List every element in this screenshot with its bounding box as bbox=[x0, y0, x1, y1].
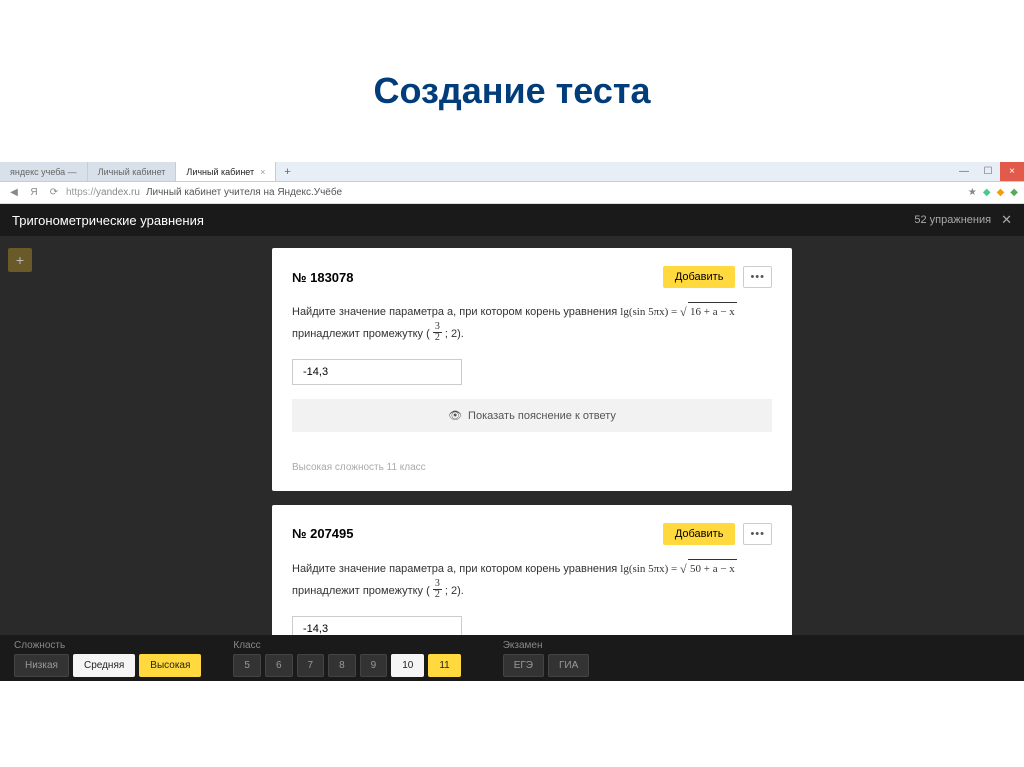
card-header: № 207495 Добавить ••• bbox=[292, 523, 772, 545]
close-window-button[interactable]: × bbox=[1000, 162, 1024, 181]
filter-label-difficulty: Сложность bbox=[14, 640, 197, 651]
filter-class-6[interactable]: 6 bbox=[265, 654, 293, 677]
url-bar: ◀ Я ⟳ https:// yandex.ru Личный кабинет … bbox=[0, 182, 1024, 204]
tab-label: Личный кабинет bbox=[186, 167, 254, 177]
filter-bar: Сложность Низкая Средняя Высокая Класс 5… bbox=[0, 635, 1024, 681]
browser-tab-bar: яндекс учеба — Личный кабинет Личный каб… bbox=[0, 162, 1024, 182]
more-button[interactable]: ••• bbox=[743, 523, 772, 545]
filter-label-class: Класс bbox=[233, 640, 456, 651]
exercise-number: № 207495 bbox=[292, 526, 663, 541]
filter-difficulty-medium[interactable]: Средняя bbox=[73, 654, 135, 677]
extension-icon[interactable]: ★ bbox=[968, 187, 977, 198]
slide-title: Создание теста bbox=[0, 0, 1024, 162]
answer-input[interactable] bbox=[292, 359, 462, 385]
add-exercise-button[interactable]: + bbox=[8, 248, 32, 272]
add-button[interactable]: Добавить bbox=[663, 266, 736, 288]
problem-text: Найдите значение параметра a, при которо… bbox=[292, 302, 772, 345]
back-icon[interactable]: ◀ bbox=[6, 187, 22, 198]
filter-exam-ege[interactable]: ЕГЭ bbox=[503, 654, 544, 677]
url-protocol: https:// bbox=[66, 187, 96, 198]
filter-class-5[interactable]: 5 bbox=[233, 654, 261, 677]
window-controls: — ☐ × bbox=[952, 162, 1024, 181]
filter-label-exam: Экзамен bbox=[503, 640, 586, 651]
filter-class-7[interactable]: 7 bbox=[297, 654, 325, 677]
workspace: + № 183078 Добавить ••• Найдите значение… bbox=[0, 236, 1024, 681]
extension-icon[interactable]: ◆ bbox=[997, 187, 1005, 198]
more-button[interactable]: ••• bbox=[743, 266, 772, 288]
yandex-icon[interactable]: Я bbox=[26, 187, 42, 198]
filter-class-10[interactable]: 10 bbox=[391, 654, 424, 677]
browser-tab-active[interactable]: Личный кабинет × bbox=[176, 162, 276, 181]
minimize-button[interactable]: — bbox=[952, 162, 976, 181]
card-footer-meta: Высокая сложность 11 класс bbox=[292, 462, 772, 473]
formula: lg(sin 5πx) = 50 + a − x bbox=[620, 563, 737, 575]
browser-extension-icons: ★ ◆ ◆ ◆ bbox=[968, 187, 1018, 198]
show-explanation-button[interactable]: 👁Показать пояснение к ответу bbox=[292, 399, 772, 432]
add-button[interactable]: Добавить bbox=[663, 523, 736, 545]
exercise-card: № 183078 Добавить ••• Найдите значение п… bbox=[272, 248, 792, 491]
problem-text: Найдите значение параметра a, при которо… bbox=[292, 559, 772, 602]
browser-tab[interactable]: Личный кабинет bbox=[88, 162, 177, 181]
reload-icon[interactable]: ⟳ bbox=[46, 187, 62, 198]
url-page-title: Личный кабинет учителя на Яндекс.Учёбе bbox=[146, 187, 342, 198]
tab-label: Личный кабинет bbox=[98, 167, 166, 177]
extension-icon[interactable]: ◆ bbox=[983, 187, 991, 198]
filter-class-11[interactable]: 11 bbox=[428, 654, 460, 677]
card-header: № 183078 Добавить ••• bbox=[292, 266, 772, 288]
filter-difficulty-low[interactable]: Низкая bbox=[14, 654, 69, 677]
tab-close-icon[interactable]: × bbox=[260, 167, 265, 177]
new-tab-button[interactable]: + bbox=[276, 162, 298, 181]
tab-label: яндекс учеба — bbox=[10, 167, 77, 177]
eye-icon: 👁 bbox=[448, 410, 462, 422]
extension-icon[interactable]: ◆ bbox=[1010, 187, 1018, 198]
exercise-count: 52 упражнения bbox=[914, 214, 991, 226]
formula: lg(sin 5πx) = 16 + a − x bbox=[620, 306, 737, 318]
filter-difficulty-high[interactable]: Высокая bbox=[139, 654, 201, 677]
maximize-button[interactable]: ☐ bbox=[976, 162, 1000, 181]
card-list: № 183078 Добавить ••• Найдите значение п… bbox=[40, 236, 1024, 681]
close-panel-icon[interactable]: ✕ bbox=[1001, 212, 1012, 228]
left-gutter: + bbox=[0, 236, 40, 681]
app-title: Тригонометрические уравнения bbox=[12, 213, 914, 228]
exercise-number: № 183078 bbox=[292, 270, 663, 285]
browser-window: яндекс учеба — Личный кабинет Личный каб… bbox=[0, 162, 1024, 681]
filter-class-8[interactable]: 8 bbox=[328, 654, 356, 677]
url-domain: yandex.ru bbox=[96, 187, 140, 198]
url-field[interactable]: https:// yandex.ru Личный кабинет учител… bbox=[66, 187, 968, 198]
filter-class-9[interactable]: 9 bbox=[360, 654, 388, 677]
app-header: Тригонометрические уравнения 52 упражнен… bbox=[0, 204, 1024, 236]
browser-tab[interactable]: яндекс учеба — bbox=[0, 162, 88, 181]
filter-exam-gia[interactable]: ГИА bbox=[548, 654, 589, 677]
